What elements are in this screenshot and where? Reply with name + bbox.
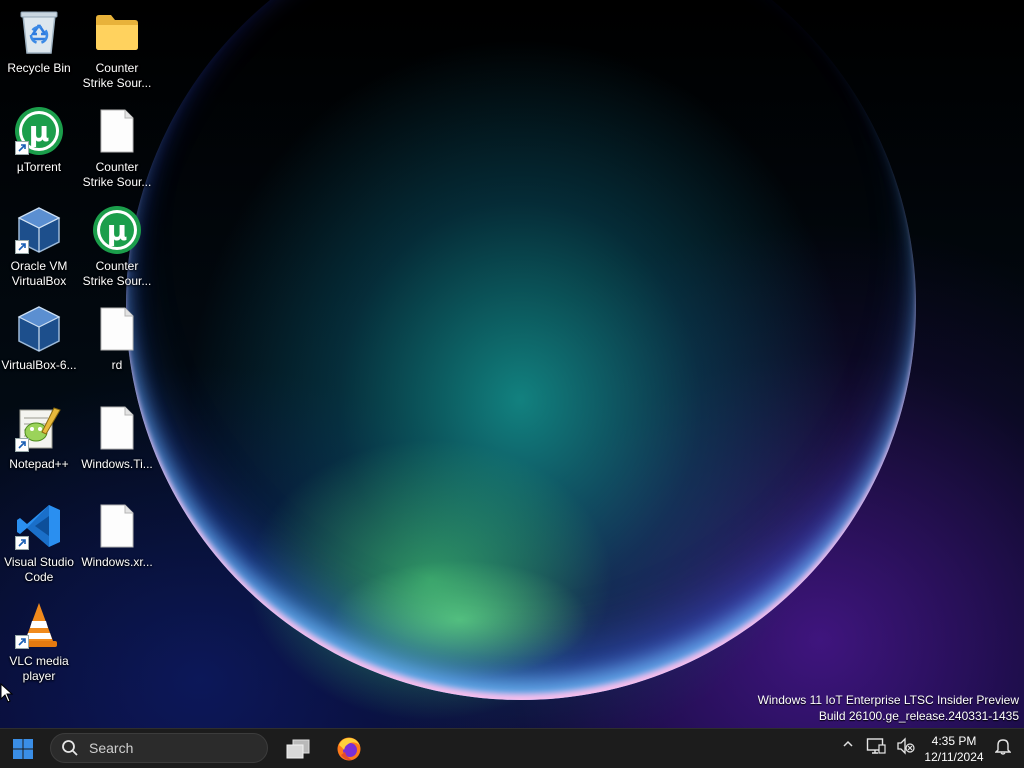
- wallpaper-orb: [126, 0, 916, 700]
- tray-volume[interactable]: [896, 737, 916, 755]
- document-icon: [91, 500, 143, 552]
- desktop-icon-label: Counter Strike Sour...: [82, 160, 152, 189]
- tray-network-display[interactable]: [866, 737, 886, 755]
- desktop-icon-label: µTorrent: [16, 160, 62, 174]
- desktop-icon-windows-ti[interactable]: Windows.Ti...: [78, 402, 156, 472]
- taskbar: 4:35 PM 12/11/2024: [0, 728, 1024, 768]
- mouse-cursor-icon: [0, 682, 14, 708]
- clock-time: 4:35 PM: [931, 734, 977, 748]
- desktop-icon-visual-studio-code[interactable]: Visual Studio Code: [0, 500, 78, 585]
- watermark-edition: Windows 11 IoT Enterprise LTSC Insider P…: [757, 693, 1019, 707]
- desktop-icon-label: Windows.xr...: [81, 555, 153, 569]
- desktop-icon-counter-strike-folder[interactable]: Counter Strike Sour...: [78, 6, 156, 91]
- desktop-icon-label: Windows.Ti...: [81, 457, 153, 471]
- desktop-icon-utorrent[interactable]: µ µTorrent: [0, 105, 78, 175]
- desktop-icon-virtualbox-installer[interactable]: VirtualBox-6...: [0, 303, 78, 373]
- desktop-icon-windows-xr[interactable]: Windows.xr...: [78, 500, 156, 570]
- desktop-icon-label: Notepad++: [9, 457, 69, 471]
- desktop-icon-rd[interactable]: rd: [78, 303, 156, 373]
- desktop-icon-oracle-vm-virtualbox[interactable]: Oracle VM VirtualBox: [0, 204, 78, 289]
- chevron-up-icon: [843, 740, 853, 747]
- speaker-muted-icon: [897, 737, 915, 755]
- svg-text:µ: µ: [29, 115, 50, 148]
- desktop-icon-label: Oracle VM VirtualBox: [10, 259, 68, 288]
- wallpaper-glow: [330, 560, 590, 680]
- desktop-icon-label: Counter Strike Sour...: [82, 61, 152, 90]
- notepad-plus-plus-icon: [13, 402, 65, 454]
- desktop-icon-counter-strike-torrent[interactable]: µ Counter Strike Sour...: [78, 204, 156, 289]
- document-icon: [91, 402, 143, 454]
- task-view-icon: [286, 739, 310, 759]
- vlc-icon: [13, 599, 65, 651]
- shortcut-arrow-icon: [15, 635, 29, 649]
- vscode-icon: [13, 500, 65, 552]
- desktop-icon-recycle-bin[interactable]: Recycle Bin: [0, 6, 78, 76]
- desktop-icon-notepad-plus-plus[interactable]: Notepad++: [0, 402, 78, 472]
- document-icon: [91, 303, 143, 355]
- desktop: Recycle Bin µ µTorrent Oracle VM Virtual…: [0, 0, 1024, 728]
- shortcut-arrow-icon: [15, 536, 29, 550]
- tray-overflow-button[interactable]: [841, 737, 855, 751]
- notifications-button[interactable]: [995, 737, 1011, 755]
- taskbar-clock[interactable]: 4:35 PM 12/11/2024: [918, 733, 990, 765]
- svg-text:µ: µ: [107, 214, 128, 247]
- shortcut-arrow-icon: [15, 438, 29, 452]
- os-build-watermark: Windows 11 IoT Enterprise LTSC Insider P…: [758, 692, 1019, 724]
- folder-icon: [91, 6, 143, 58]
- utorrent-icon: µ: [91, 204, 143, 256]
- virtualbox-icon: [13, 204, 65, 256]
- shortcut-arrow-icon: [15, 240, 29, 254]
- task-view-button[interactable]: [282, 734, 314, 764]
- desktop-icon-vlc-media-player[interactable]: VLC media player: [0, 599, 78, 684]
- recycle-bin-icon: [13, 6, 65, 58]
- shortcut-arrow-icon: [15, 141, 29, 155]
- desktop-icon-label: Counter Strike Sour...: [82, 259, 152, 288]
- start-button[interactable]: [8, 734, 38, 764]
- taskbar-app-firefox[interactable]: [333, 734, 365, 764]
- bell-icon: [995, 739, 1011, 755]
- windows-start-icon: [13, 739, 33, 759]
- desktop-icon-label: VirtualBox-6...: [1, 358, 77, 372]
- desktop-icon-counter-strike-file[interactable]: Counter Strike Sour...: [78, 105, 156, 190]
- clock-date: 12/11/2024: [924, 750, 984, 764]
- utorrent-icon: µ: [13, 105, 65, 157]
- desktop-icon-label: Recycle Bin: [7, 61, 71, 75]
- virtualbox-icon: [13, 303, 65, 355]
- firefox-icon: [337, 737, 361, 761]
- watermark-build: Build 26100.ge_release.240331-1435: [818, 709, 1019, 723]
- document-icon: [91, 105, 143, 157]
- desktop-icon-label: Visual Studio Code: [4, 555, 74, 584]
- desktop-icon-label: VLC media player: [9, 654, 69, 683]
- desktop-icon-label: rd: [111, 358, 123, 372]
- search-icon: [62, 740, 78, 756]
- search-input[interactable]: [87, 739, 251, 757]
- network-display-icon: [866, 738, 886, 754]
- taskbar-search[interactable]: [50, 733, 268, 763]
